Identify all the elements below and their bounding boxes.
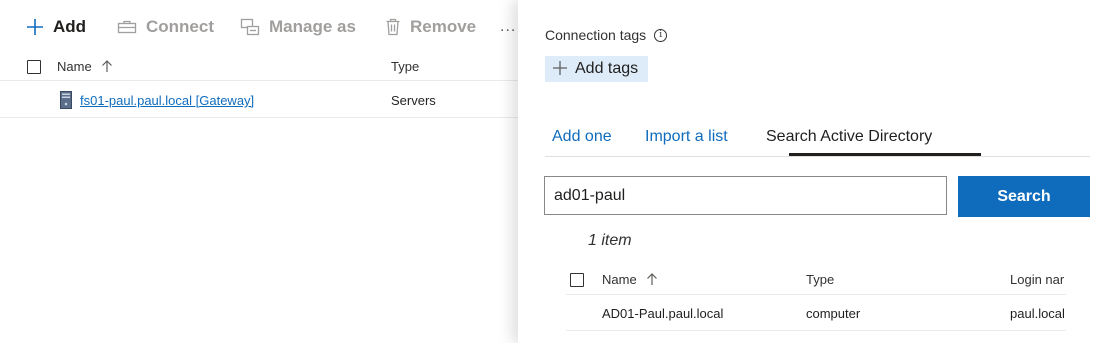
manage-as-icon <box>240 18 260 36</box>
results-column-type[interactable]: Type <box>806 272 834 287</box>
tab-search-active-directory[interactable]: Search Active Directory <box>766 128 932 146</box>
add-tags-button[interactable]: Add tags <box>545 56 649 82</box>
tab-import-list[interactable]: Import a list <box>645 128 728 146</box>
tab-add-one[interactable]: Add one <box>552 128 612 146</box>
search-button[interactable]: Search <box>958 176 1090 217</box>
select-all-checkbox[interactable] <box>27 60 41 74</box>
sort-ascending-icon <box>101 60 113 76</box>
results-column-name[interactable]: Name <box>602 272 658 289</box>
connection-type: Servers <box>391 93 436 108</box>
add-label: Add <box>53 17 87 36</box>
result-count: 1 item <box>588 232 632 249</box>
sort-ascending-icon <box>646 273 658 289</box>
more-button[interactable]: ... <box>500 18 516 36</box>
add-button[interactable]: Add <box>26 14 86 40</box>
plus-icon <box>26 18 44 36</box>
toolbar: Add Connect Manage as Remove ... <box>0 0 518 54</box>
result-name: AD01-Paul.paul.local <box>602 306 724 321</box>
connect-button[interactable]: Connect <box>117 14 214 40</box>
remove-button[interactable]: Remove <box>385 14 476 40</box>
active-tab-indicator <box>789 153 981 156</box>
table-row[interactable]: AD01-Paul.paul.local computer paul.local <box>566 295 1066 331</box>
trash-icon <box>385 18 401 36</box>
tab-bar: Add one Import a list Search Active Dire… <box>545 124 1090 157</box>
manage-as-label: Manage as <box>269 17 356 36</box>
result-login: paul.local <box>1010 306 1065 321</box>
add-tags-label: Add tags <box>575 60 639 77</box>
column-header-name[interactable]: Name <box>57 59 113 76</box>
remove-label: Remove <box>410 17 477 36</box>
connection-name-link[interactable]: fs01-paul.paul.local [Gateway] <box>80 93 254 108</box>
result-type: computer <box>806 306 861 321</box>
select-all-results-checkbox[interactable] <box>570 273 584 287</box>
manage-as-button[interactable]: Manage as <box>240 14 356 40</box>
plus-icon <box>553 59 567 79</box>
results-header: Name Type Login nar <box>566 266 1066 295</box>
connection-tags-text: Connection tags <box>545 27 647 43</box>
column-header-type[interactable]: Type <box>391 59 419 74</box>
info-icon[interactable]: i <box>654 28 668 42</box>
results-column-login[interactable]: Login nar <box>1010 272 1066 287</box>
results-column-name-label: Name <box>602 272 637 287</box>
add-connection-panel: Connection tags i Add tags Add one Impor… <box>518 0 1096 343</box>
connect-icon <box>117 19 137 35</box>
list-header: Name Type <box>0 54 518 81</box>
connect-label: Connect <box>146 17 214 36</box>
connections-pane: Add Connect Manage as Remove ... Name Ty… <box>0 0 518 343</box>
search-input[interactable] <box>544 176 947 215</box>
connection-tags-label: Connection tags i <box>545 27 668 43</box>
column-name-label: Name <box>57 59 92 74</box>
table-row[interactable]: fs01-paul.paul.local [Gateway] Servers <box>0 82 518 118</box>
server-icon <box>60 91 72 112</box>
